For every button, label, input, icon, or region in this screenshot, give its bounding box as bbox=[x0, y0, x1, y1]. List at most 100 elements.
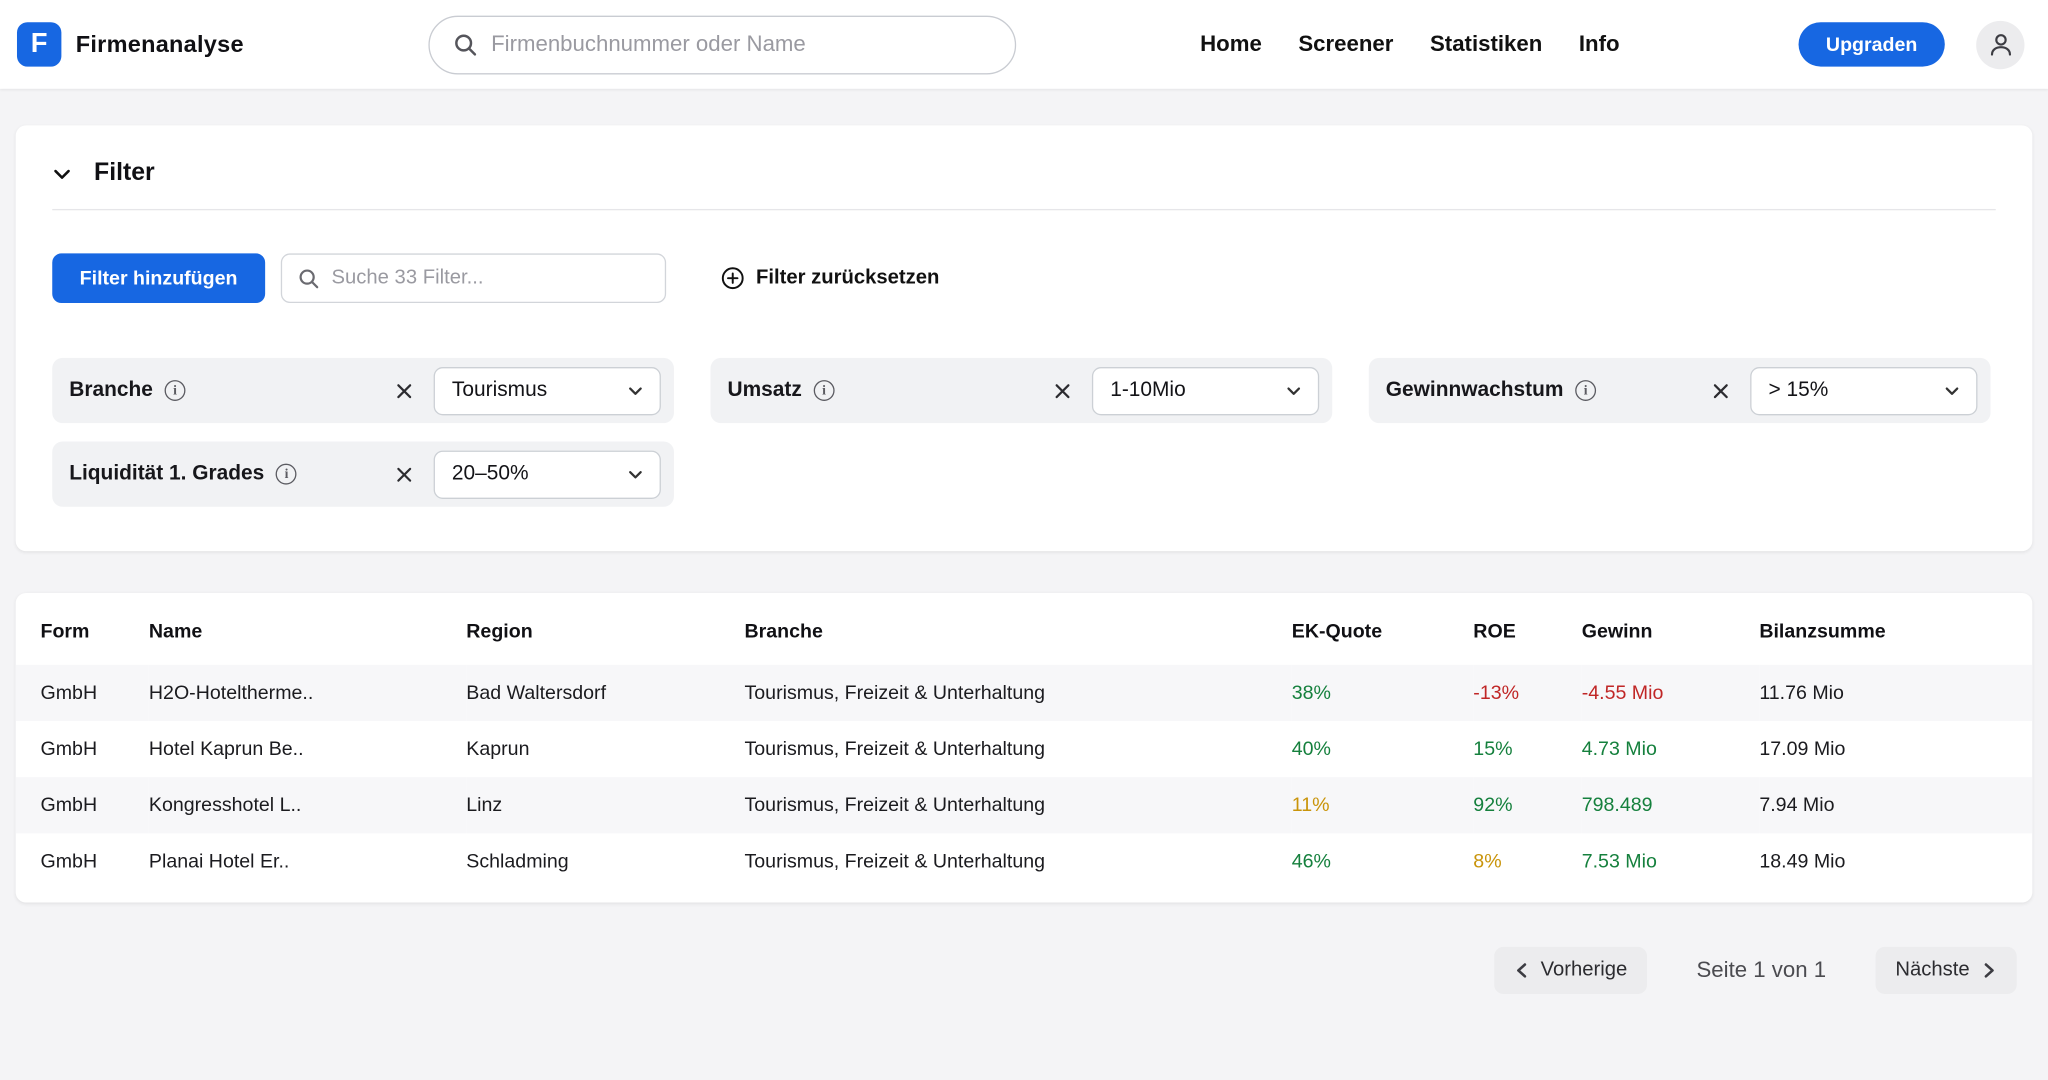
filter-value: 20–50% bbox=[452, 462, 529, 486]
table-cell: 7.94 Mio bbox=[1759, 777, 2032, 833]
table-cell: Planai Hotel Er.. bbox=[149, 833, 466, 889]
previous-page-label: Vorherige bbox=[1541, 959, 1628, 983]
column-header: ROE bbox=[1473, 593, 1581, 665]
info-icon[interactable]: i bbox=[814, 380, 835, 401]
info-icon[interactable]: i bbox=[276, 464, 297, 485]
filter-value: > 15% bbox=[1768, 379, 1828, 403]
close-icon bbox=[394, 464, 414, 484]
nav-item-info[interactable]: Info bbox=[1579, 31, 1620, 57]
table-row[interactable]: GmbHHotel Kaprun Be..KaprunTourismus, Fr… bbox=[16, 721, 2033, 777]
info-icon[interactable]: i bbox=[1575, 380, 1596, 401]
filter-chip: Liquidität 1. Grades i 20–50% bbox=[52, 441, 674, 506]
remove-filter-button[interactable] bbox=[387, 374, 421, 408]
table-cell: 7.53 Mio bbox=[1582, 833, 1760, 889]
reset-filters-button[interactable]: Filter zurücksetzen bbox=[721, 266, 940, 290]
column-header: EK-Quote bbox=[1292, 593, 1474, 665]
table-cell: Hotel Kaprun Be.. bbox=[149, 721, 466, 777]
top-header: F Firmenanalyse Home Screener Statistiken I… bbox=[0, 0, 2048, 89]
table-header: FormNameRegionBrancheEK-QuoteROEGewinnBi… bbox=[16, 593, 2033, 665]
filter-value-select[interactable]: 1-10Mio bbox=[1092, 366, 1319, 414]
table-cell: H2O-Hoteltherme.. bbox=[149, 665, 466, 721]
header-search bbox=[428, 15, 1016, 74]
filter-chip: Umsatz i 1-10Mio bbox=[711, 358, 1333, 423]
chevron-down-icon bbox=[1944, 382, 1961, 399]
table-cell: GmbH bbox=[16, 665, 149, 721]
info-icon[interactable]: i bbox=[165, 380, 186, 401]
add-filter-button[interactable]: Filter hinzufügen bbox=[52, 253, 265, 303]
table-cell: Schladming bbox=[466, 833, 744, 889]
table-cell: Tourismus, Freizeit & Unterhaltung bbox=[744, 721, 1291, 777]
upgrade-button[interactable]: Upgraden bbox=[1799, 22, 1945, 66]
column-header: Region bbox=[466, 593, 744, 665]
filter-controls: Filter hinzufügen Filter zurücksetzen bbox=[52, 253, 1996, 303]
search-icon bbox=[453, 32, 478, 57]
filter-chip-label: Gewinnwachstum bbox=[1386, 379, 1564, 403]
main-nav: Home Screener Statistiken Info bbox=[1200, 31, 1619, 57]
app-viewport: F Firmenanalyse Home Screener Statistiken I… bbox=[0, 0, 2048, 1080]
table-cell: Bad Waltersdorf bbox=[466, 665, 744, 721]
plus-circle-icon bbox=[721, 266, 745, 290]
filter-panel-title: Filter bbox=[94, 159, 155, 188]
table-cell: Tourismus, Freizeit & Unterhaltung bbox=[744, 665, 1291, 721]
table-row[interactable]: GmbHKongresshotel L..LinzTourismus, Frei… bbox=[16, 777, 2033, 833]
column-header: Form bbox=[16, 593, 149, 665]
table-row[interactable]: GmbHH2O-Hoteltherme..Bad WaltersdorfTour… bbox=[16, 665, 2033, 721]
column-header: Branche bbox=[744, 593, 1291, 665]
table-cell: Kongresshotel L.. bbox=[149, 777, 466, 833]
table-cell: -4.55 Mio bbox=[1582, 665, 1760, 721]
table-cell: 11.76 Mio bbox=[1759, 665, 2032, 721]
filter-value-select[interactable]: Tourismus bbox=[434, 366, 661, 414]
filter-chip-label: Umsatz bbox=[728, 379, 802, 403]
nav-item-home[interactable]: Home bbox=[1200, 31, 1262, 57]
table-cell: 8% bbox=[1473, 833, 1581, 889]
brand-name: Firmenanalyse bbox=[76, 31, 244, 58]
page-content: Filter Filter hinzufügen bbox=[0, 89, 2048, 1033]
column-header: Bilanzsumme bbox=[1759, 593, 2032, 665]
filter-value-select[interactable]: > 15% bbox=[1750, 366, 1977, 414]
table-cell: Kaprun bbox=[466, 721, 744, 777]
filter-chip: Gewinnwachstum i > 15% bbox=[1369, 358, 1991, 423]
results-table-card: FormNameRegionBrancheEK-QuoteROEGewinnBi… bbox=[16, 593, 2033, 903]
remove-filter-button[interactable] bbox=[387, 457, 421, 491]
search-icon bbox=[298, 267, 320, 289]
table-cell: 40% bbox=[1292, 721, 1474, 777]
column-header: Gewinn bbox=[1582, 593, 1760, 665]
table-cell: 46% bbox=[1292, 833, 1474, 889]
table-cell: Linz bbox=[466, 777, 744, 833]
table-cell: 11% bbox=[1292, 777, 1474, 833]
nav-item-statistiken[interactable]: Statistiken bbox=[1430, 31, 1542, 57]
table-cell: 17.09 Mio bbox=[1759, 721, 2032, 777]
filter-chip-label: Branche bbox=[69, 379, 153, 403]
filter-value-select[interactable]: 20–50% bbox=[434, 450, 661, 498]
table-cell: GmbH bbox=[16, 777, 149, 833]
filter-chip: Branche i Tourismus bbox=[52, 358, 674, 423]
next-page-button[interactable]: Nächste bbox=[1876, 947, 2017, 994]
close-icon bbox=[394, 381, 414, 401]
table-cell: -13% bbox=[1473, 665, 1581, 721]
column-header: Name bbox=[149, 593, 466, 665]
close-icon bbox=[1710, 381, 1730, 401]
brand-logo-icon: F bbox=[17, 22, 61, 66]
header-search-input[interactable] bbox=[491, 31, 991, 57]
chevron-down-icon bbox=[1285, 382, 1302, 399]
filter-collapse-toggle[interactable]: Filter bbox=[52, 159, 1996, 188]
brand[interactable]: F Firmenanalyse bbox=[17, 22, 428, 66]
remove-filter-button[interactable] bbox=[1045, 374, 1079, 408]
next-page-label: Nächste bbox=[1895, 959, 1969, 983]
filter-search bbox=[281, 253, 666, 303]
table-row[interactable]: GmbHPlanai Hotel Er..SchladmingTourismus… bbox=[16, 833, 2033, 889]
reset-filters-label: Filter zurücksetzen bbox=[756, 266, 939, 290]
table-cell: Tourismus, Freizeit & Unterhaltung bbox=[744, 777, 1291, 833]
table-cell: 92% bbox=[1473, 777, 1581, 833]
nav-item-screener[interactable]: Screener bbox=[1298, 31, 1393, 57]
previous-page-button[interactable]: Vorherige bbox=[1494, 947, 1647, 994]
filter-search-input[interactable] bbox=[332, 266, 649, 290]
results-table: FormNameRegionBrancheEK-QuoteROEGewinnBi… bbox=[16, 593, 2033, 889]
table-cell: 18.49 Mio bbox=[1759, 833, 2032, 889]
chevron-down-icon bbox=[52, 164, 72, 184]
table-cell: GmbH bbox=[16, 833, 149, 889]
remove-filter-button[interactable] bbox=[1703, 374, 1737, 408]
filter-panel: Filter Filter hinzufügen bbox=[16, 125, 2033, 551]
pagination: Vorherige Seite 1 von 1 Nächste bbox=[31, 947, 2016, 1033]
user-avatar[interactable] bbox=[1976, 20, 2024, 68]
